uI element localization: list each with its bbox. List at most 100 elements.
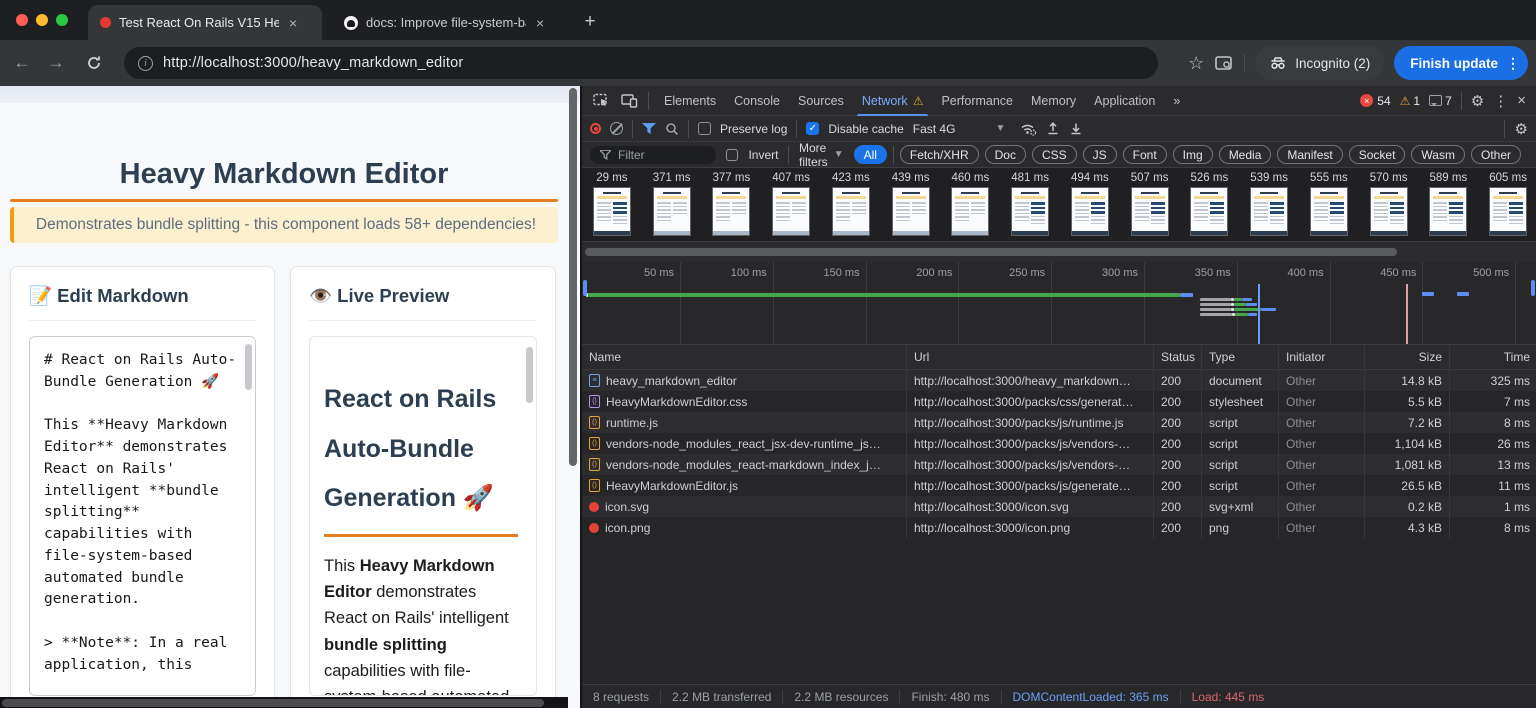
- minimize-window-button[interactable]: [36, 14, 48, 26]
- filmstrip-frame[interactable]: 407 ms: [761, 168, 821, 241]
- request-row[interactable]: ()vendors-node_modules_react_jsx-dev-run…: [582, 433, 1536, 454]
- tab-close-icon[interactable]: ×: [534, 15, 546, 31]
- devtools-tab-network[interactable]: Network⚠: [853, 86, 933, 116]
- devtools-settings-icon[interactable]: ⚙: [1471, 92, 1484, 110]
- devtools-tab-console[interactable]: Console: [725, 86, 789, 116]
- filmstrip-frame[interactable]: 29 ms: [582, 168, 642, 241]
- filmstrip-frame[interactable]: 481 ms: [1000, 168, 1060, 241]
- maximize-window-button[interactable]: [56, 14, 68, 26]
- filter-chip-manifest[interactable]: Manifest: [1277, 145, 1342, 164]
- filter-chip-other[interactable]: Other: [1471, 145, 1521, 164]
- filter-chip-font[interactable]: Font: [1123, 145, 1167, 164]
- close-window-button[interactable]: [16, 14, 28, 26]
- filmstrip-frame[interactable]: 423 ms: [821, 168, 881, 241]
- page-horizontal-scrollbar[interactable]: [0, 697, 568, 708]
- filmstrip-frame[interactable]: 555 ms: [1299, 168, 1359, 241]
- filmstrip-frame[interactable]: 371 ms: [642, 168, 702, 241]
- request-row[interactable]: ()vendors-node_modules_react-markdown_in…: [582, 454, 1536, 475]
- preserve-log-checkbox[interactable]: [698, 122, 711, 135]
- inspect-element-icon[interactable]: [588, 90, 614, 112]
- page-vertical-scrollbar[interactable]: [569, 88, 577, 466]
- devtools-tab-memory[interactable]: Memory: [1022, 86, 1085, 116]
- new-tab-button[interactable]: +: [576, 8, 604, 36]
- filter-chip-socket[interactable]: Socket: [1349, 145, 1406, 164]
- filter-toggle-icon[interactable]: [642, 123, 656, 135]
- network-settings-icon[interactable]: ⚙: [1515, 120, 1528, 138]
- filter-chip-doc[interactable]: Doc: [985, 145, 1026, 164]
- filmstrip-frame[interactable]: 494 ms: [1060, 168, 1120, 241]
- textarea-scrollbar[interactable]: [245, 344, 252, 390]
- incognito-badge[interactable]: Incognito (2): [1255, 46, 1384, 80]
- invert-checkbox[interactable]: [726, 149, 738, 161]
- filmstrip-frame[interactable]: 377 ms: [702, 168, 762, 241]
- request-row[interactable]: ()HeavyMarkdownEditor.jshttp://localhost…: [582, 475, 1536, 496]
- import-har-icon[interactable]: [1046, 121, 1060, 136]
- column-header-initiator[interactable]: Initiator: [1279, 345, 1365, 369]
- device-toolbar-icon[interactable]: [616, 90, 642, 112]
- devtools-tab-elements[interactable]: Elements: [655, 86, 725, 116]
- site-info-icon[interactable]: i: [138, 56, 153, 71]
- reload-button[interactable]: [80, 49, 108, 77]
- browser-tab-2[interactable]: docs: Improve file-system-ba ×: [332, 5, 558, 40]
- filter-chip-fetchxhr[interactable]: Fetch/XHR: [900, 145, 979, 164]
- preview-scrollbar[interactable]: [526, 347, 533, 403]
- browser-menu-icon[interactable]: ⋮: [1506, 55, 1520, 72]
- filmstrip-frame[interactable]: 539 ms: [1239, 168, 1299, 241]
- forward-button[interactable]: →: [42, 49, 70, 77]
- devtools-tab-[interactable]: »: [1164, 86, 1189, 116]
- devtools-tab-sources[interactable]: Sources: [789, 86, 853, 116]
- filter-chip-wasm[interactable]: Wasm: [1411, 145, 1465, 164]
- column-header-type[interactable]: Type: [1202, 345, 1279, 369]
- url-text[interactable]: http://localhost:3000/heavy_markdown_edi…: [163, 55, 463, 71]
- markdown-textarea[interactable]: # React on Rails Auto-Bundle Generation …: [29, 336, 256, 696]
- filter-chip-media[interactable]: Media: [1219, 145, 1272, 164]
- column-header-name[interactable]: Name: [582, 345, 907, 369]
- filmstrip-frame[interactable]: 439 ms: [881, 168, 941, 241]
- filter-input[interactable]: Filter: [590, 146, 716, 164]
- throttling-select[interactable]: Fast 4G ▼: [913, 122, 1006, 136]
- disable-cache-checkbox[interactable]: ✓: [806, 122, 819, 135]
- bookmark-star-icon[interactable]: ☆: [1188, 53, 1204, 74]
- request-row[interactable]: icon.svghttp://localhost:3000/icon.svg20…: [582, 496, 1536, 517]
- network-conditions-icon[interactable]: [1020, 122, 1037, 136]
- column-header-status[interactable]: Status: [1154, 345, 1202, 369]
- request-row[interactable]: ()runtime.jshttp://localhost:3000/packs/…: [582, 412, 1536, 433]
- console-errors-badge[interactable]: ×54: [1360, 94, 1390, 108]
- filter-chip-img[interactable]: Img: [1173, 145, 1213, 164]
- tab-close-icon[interactable]: ×: [287, 15, 299, 31]
- devtools-tab-performance[interactable]: Performance: [932, 86, 1022, 116]
- filmstrip-frame[interactable]: 570 ms: [1359, 168, 1419, 241]
- request-row[interactable]: icon.pnghttp://localhost:3000/icon.png20…: [582, 517, 1536, 538]
- filmstrip-frame[interactable]: 526 ms: [1180, 168, 1240, 241]
- column-header-url[interactable]: Url: [907, 345, 1154, 369]
- record-network-log-button[interactable]: [590, 123, 601, 134]
- export-har-icon[interactable]: [1069, 121, 1083, 136]
- markdown-source-text[interactable]: # React on Rails Auto-Bundle Generation …: [44, 350, 239, 676]
- console-warnings-badge[interactable]: ⚠1: [1400, 94, 1420, 108]
- tab-search-icon[interactable]: [1214, 54, 1234, 72]
- request-row[interactable]: ≡heavy_markdown_editorhttp://localhost:3…: [582, 370, 1536, 391]
- filter-chip-all[interactable]: All: [854, 145, 887, 164]
- network-overview[interactable]: 50 ms100 ms150 ms200 ms250 ms300 ms350 m…: [582, 262, 1536, 345]
- address-bar[interactable]: i http://localhost:3000/heavy_markdown_e…: [124, 47, 1158, 79]
- filmstrip-frame[interactable]: 460 ms: [941, 168, 1001, 241]
- browser-tab-1[interactable]: Test React On Rails V15 Hello ×: [88, 5, 322, 40]
- finish-update-button[interactable]: Finish update ⋮: [1394, 46, 1528, 80]
- column-header-size[interactable]: Size: [1365, 345, 1450, 369]
- column-header-time[interactable]: Time: [1450, 345, 1536, 369]
- filmstrip-frame[interactable]: 507 ms: [1120, 168, 1180, 241]
- devtools-close-icon[interactable]: ×: [1517, 92, 1526, 109]
- request-row[interactable]: {}HeavyMarkdownEditor.csshttp://localhos…: [582, 391, 1536, 412]
- back-button[interactable]: ←: [8, 49, 36, 77]
- filmstrip-scrollbar[interactable]: [582, 242, 1536, 262]
- devtools-tab-application[interactable]: Application: [1085, 86, 1164, 116]
- overview-right-handle[interactable]: [1531, 280, 1535, 296]
- search-icon[interactable]: [665, 122, 679, 136]
- overview-left-handle[interactable]: [583, 280, 587, 296]
- issues-badge[interactable]: 7: [1429, 94, 1452, 108]
- filmstrip-frame[interactable]: 605 ms: [1478, 168, 1536, 241]
- devtools-menu-icon[interactable]: ⋮: [1493, 92, 1508, 110]
- filter-chip-css[interactable]: CSS: [1032, 145, 1077, 164]
- more-filters-button[interactable]: More filters▼: [799, 141, 844, 169]
- filter-chip-js[interactable]: JS: [1083, 145, 1117, 164]
